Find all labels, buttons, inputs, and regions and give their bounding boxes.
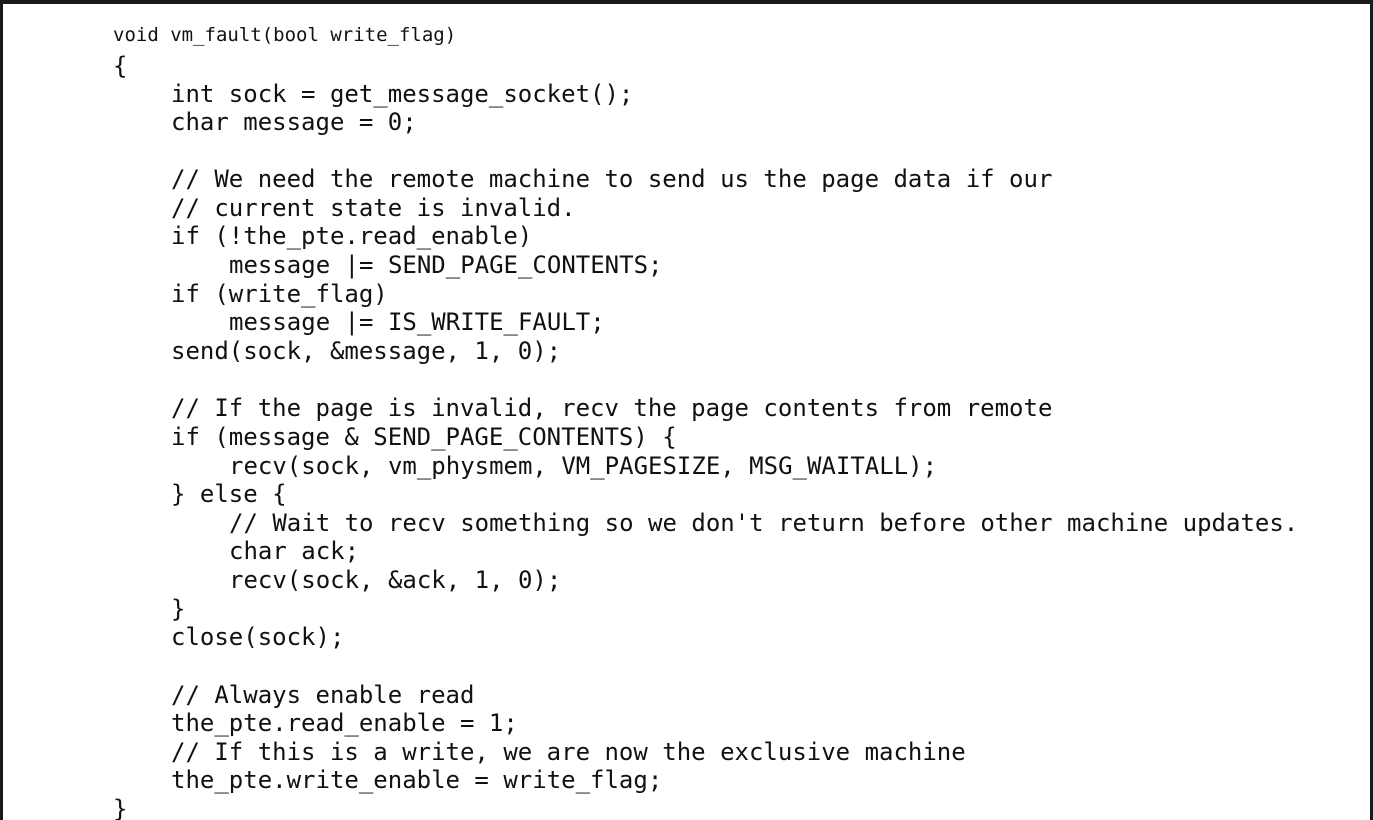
code-line-sock-decl: int sock = get_message_socket();: [171, 80, 634, 108]
code-line-recv-ack: recv(sock, &ack, 1, 0);: [229, 566, 562, 594]
code-line-if-read-enable: if (!the_pte.read_enable): [171, 222, 533, 250]
code-line-open-brace: {: [113, 52, 128, 80]
code-line-comment-exclusive: // If this is a write, we are now the ex…: [171, 738, 966, 766]
code-line-else: } else {: [171, 480, 287, 508]
code-line-write-enable: the_pte.write_enable = write_flag;: [171, 766, 663, 794]
code-line-send: send(sock, &message, 1, 0);: [171, 337, 562, 365]
code-line-comment-state: // current state is invalid.: [171, 194, 576, 222]
code-line-if-send-page: if (message & SEND_PAGE_CONTENTS) {: [171, 423, 677, 451]
code-line-comment-remote: // We need the remote machine to send us…: [171, 165, 1053, 193]
code-line-ack-decl: char ack;: [229, 537, 360, 565]
code-line-if-write-flag: if (write_flag): [171, 280, 388, 308]
code-line-comment-invalid-page: // If the page is invalid, recv the page…: [171, 394, 1053, 422]
code-line-comment-wait: // Wait to recv something so we don't re…: [229, 509, 1299, 537]
code-block: void vm_fault(bool write_flag) { int soc…: [3, 4, 1298, 820]
code-line-comment-enable-read: // Always enable read: [171, 681, 475, 709]
code-line-close-brace: }: [113, 795, 128, 820]
code-line-message-decl: char message = 0;: [171, 108, 417, 136]
code-line-close-if: }: [171, 595, 186, 623]
code-line-close-sock: close(sock);: [171, 623, 345, 651]
code-viewer: void vm_fault(bool write_flag) { int soc…: [0, 0, 1373, 820]
code-line-recv-physmem: recv(sock, vm_physmem, VM_PAGESIZE, MSG_…: [229, 452, 938, 480]
code-line-message-send-page: message |= SEND_PAGE_CONTENTS;: [229, 251, 663, 279]
code-line-read-enable: the_pte.read_enable = 1;: [171, 709, 518, 737]
code-line-message-write-fault: message |= IS_WRITE_FAULT;: [229, 308, 605, 336]
code-line-function-signature: void vm_fault(bool write_flag): [113, 24, 457, 46]
